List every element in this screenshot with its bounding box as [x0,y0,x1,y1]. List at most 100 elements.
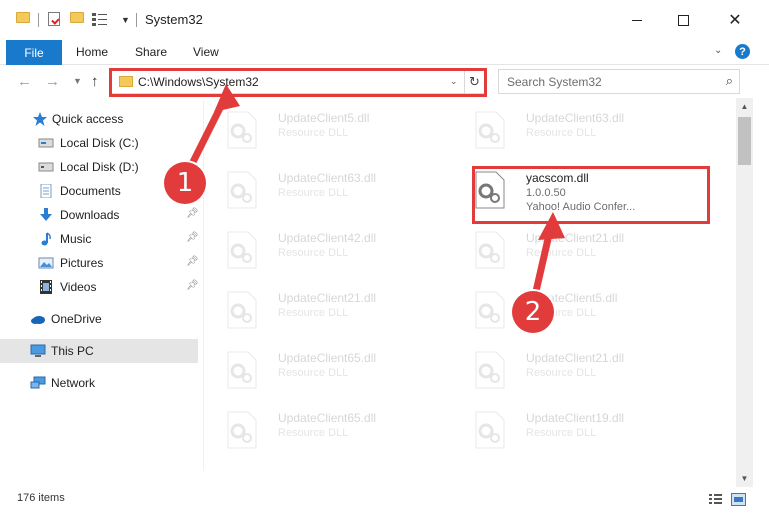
sidebar-item-label: Local Disk (C:) [60,136,139,150]
scroll-down-icon[interactable]: ▼ [736,470,753,487]
sidebar-item-network[interactable]: Network [0,371,198,395]
dll-file-icon [475,231,505,269]
tab-view[interactable]: View [193,45,219,59]
separator [38,13,39,27]
file-item[interactable]: UpdateClient65.dll Resource DLL [218,343,458,399]
step-1-badge: 1 [164,162,206,204]
help-button[interactable]: ? [735,44,750,59]
drive-icon [38,138,54,148]
sidebar-item-onedrive[interactable]: OneDrive [0,307,198,331]
file-name: UpdateClient21.dll [278,291,377,305]
file-name: UpdateClient5.dll [278,111,370,125]
scrollbar-thumb[interactable] [738,117,751,165]
drive-icon [38,162,54,172]
pin-icon[interactable]: 📌︎ [186,232,199,243]
file-name: UpdateClient65.dll [278,411,377,425]
star-icon [33,112,47,126]
sidebar-item-label: Local Disk (D:) [60,160,139,174]
sidebar-item-downloads[interactable]: Downloads 📌︎ [0,203,199,227]
file-item[interactable]: UpdateClient63.dll Resource DLL [466,103,706,159]
file-item[interactable]: UpdateClient5.dll Resource DLL [218,103,458,159]
pin-icon[interactable]: 📌︎ [186,256,199,267]
minimize-button[interactable] [614,0,660,40]
tab-share[interactable]: Share [135,45,167,59]
close-button[interactable]: ✕ [712,0,758,40]
large-icons-view-icon[interactable] [731,493,746,506]
dll-file-icon [227,411,257,449]
sidebar-item-label: Downloads [60,208,120,222]
sidebar-item-label: This PC [51,344,94,358]
sidebar-item-pictures[interactable]: Pictures 📌︎ [0,251,199,275]
title-bar: ▼ System32 ✕ [0,0,769,40]
file-type: Resource DLL [278,247,349,259]
expand-ribbon-icon[interactable]: ⌄ [714,45,722,56]
sidebar-item-label: Quick access [52,112,124,126]
file-name: UpdateClient21.dll [526,351,625,365]
back-arrow-icon[interactable]: ← [17,73,32,90]
file-type: Resource DLL [278,187,349,199]
file-name: UpdateClient19.dll [526,411,625,425]
file-type: Resource DLL [526,127,597,139]
file-name: UpdateClient21.dll [526,231,625,245]
file-type: Resource DLL [526,367,597,379]
scroll-up-icon[interactable]: ▲ [736,98,753,115]
videos-icon [40,280,52,294]
sidebar-item-label: OneDrive [51,312,102,326]
file-item[interactable]: UpdateClient5.dll Resource DLL [466,283,706,339]
pictures-icon [38,257,54,269]
separator [136,13,137,27]
view-options-icon[interactable] [92,12,108,26]
file-item[interactable]: UpdateClient19.dll Resource DLL [466,403,706,459]
new-folder-icon[interactable] [70,12,84,23]
file-type: Resource DLL [278,367,349,379]
details-view-icon[interactable] [708,493,723,506]
navigation-pane: Quick access Local Disk (C:) Local Disk … [0,101,200,481]
sidebar-item-label: Videos [60,280,97,294]
file-item[interactable]: UpdateClient21.dll Resource DLL [218,283,458,339]
ribbon-tabs: File Home Share View ⌄ ? [0,40,769,65]
item-count: 176 items [17,492,65,504]
file-type: Resource DLL [526,427,597,439]
documents-icon [40,184,52,198]
file-item[interactable]: UpdateClient21.dll Resource DLL [466,343,706,399]
sidebar-item-local-disk-c[interactable]: Local Disk (C:) [0,131,198,155]
sidebar-item-videos[interactable]: Videos 📌︎ [0,275,199,299]
download-icon [40,208,52,221]
search-icon[interactable]: ⌕ [726,73,733,89]
dll-file-icon [227,231,257,269]
search-box[interactable]: ⌕ [498,69,740,94]
quick-access-toolbar-dropdown-icon[interactable]: ▼ [121,15,130,25]
window-title: System32 [145,12,203,27]
sidebar-item-music[interactable]: Music 📌︎ [0,227,199,251]
file-item[interactable]: UpdateClient21.dll Resource DLL [466,223,706,279]
recent-locations-dropdown-icon[interactable]: ▼ [73,76,82,86]
maximize-button[interactable] [660,0,706,40]
file-name: UpdateClient63.dll [526,111,625,125]
tab-file[interactable]: File [6,40,62,65]
search-input[interactable] [499,70,714,93]
music-icon [41,232,51,246]
dll-file-icon [475,111,505,149]
dll-file-icon [475,351,505,389]
sidebar-item-quick-access[interactable]: Quick access [0,107,198,131]
pin-icon[interactable]: 📌︎ [186,208,199,219]
file-item[interactable]: UpdateClient65.dll Resource DLL [218,403,458,459]
file-type: Resource DLL [278,427,349,439]
file-name: UpdateClient63.dll [278,171,377,185]
properties-icon[interactable] [48,12,60,26]
address-highlight-box [109,68,487,97]
sidebar-item-this-pc[interactable]: This PC [0,339,198,363]
pane-divider[interactable] [203,101,204,471]
file-item[interactable]: UpdateClient42.dll Resource DLL [218,223,458,279]
step-2-badge: 2 [512,291,554,333]
file-list: UpdateClient5.dll Resource DLL UpdateCli… [208,101,736,481]
file-highlight-box [472,166,710,224]
vertical-scrollbar[interactable]: ▲ ▼ [736,98,753,487]
up-arrow-icon[interactable]: ↑ [91,73,99,90]
file-item[interactable]: UpdateClient63.dll Resource DLL [218,163,458,219]
status-bar: 176 items [0,488,769,510]
pin-icon[interactable]: 📌︎ [186,280,199,291]
tab-home[interactable]: Home [76,45,108,59]
sidebar-item-label: Network [51,376,96,390]
forward-arrow-icon[interactable]: → [45,73,60,90]
